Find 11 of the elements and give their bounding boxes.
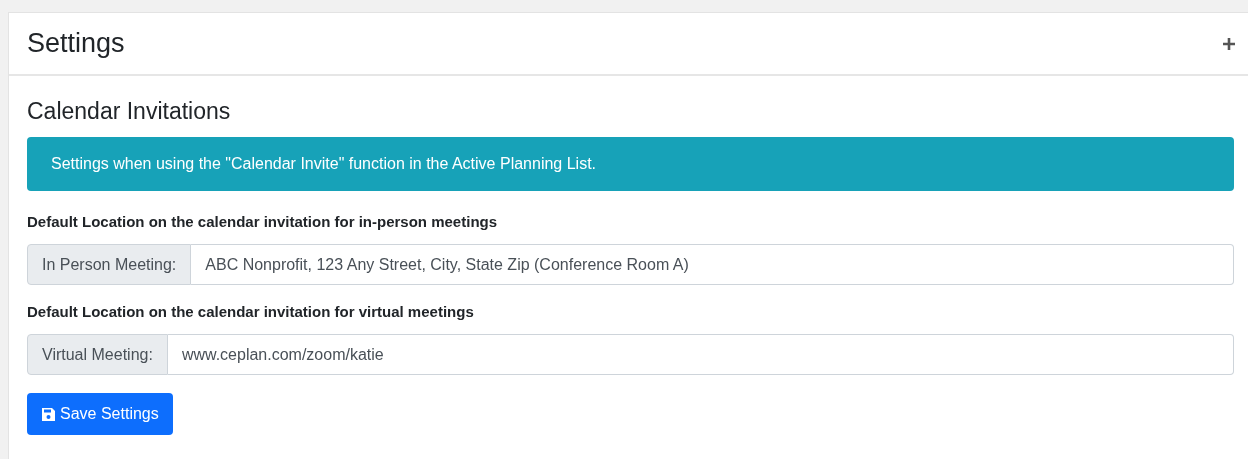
- info-alert: Settings when using the "Calendar Invite" function in the Active Planning List.: [27, 137, 1234, 191]
- field-prefix: Virtual Meeting:: [27, 334, 168, 375]
- panel-title: Settings: [27, 28, 125, 59]
- plus-icon[interactable]: [1222, 36, 1236, 51]
- input-field[interactable]: ABC Nonprofit, 123 Any Street, City, State Zip (Conference Room A): [191, 244, 1234, 285]
- field-prefix: In Person Meeting:: [27, 244, 192, 285]
- section-heading: Calendar Invitations: [27, 98, 232, 125]
- field-label: Default Location on the calendar invitation for in-person meetings: [27, 213, 499, 230]
- field-label: Default Location on the calendar invitation for virtual meetings: [27, 303, 475, 320]
- input-field[interactable]: www.ceplan.com/zoom/katie: [167, 334, 1234, 375]
- save-button[interactable]: Save Settings: [27, 393, 173, 435]
